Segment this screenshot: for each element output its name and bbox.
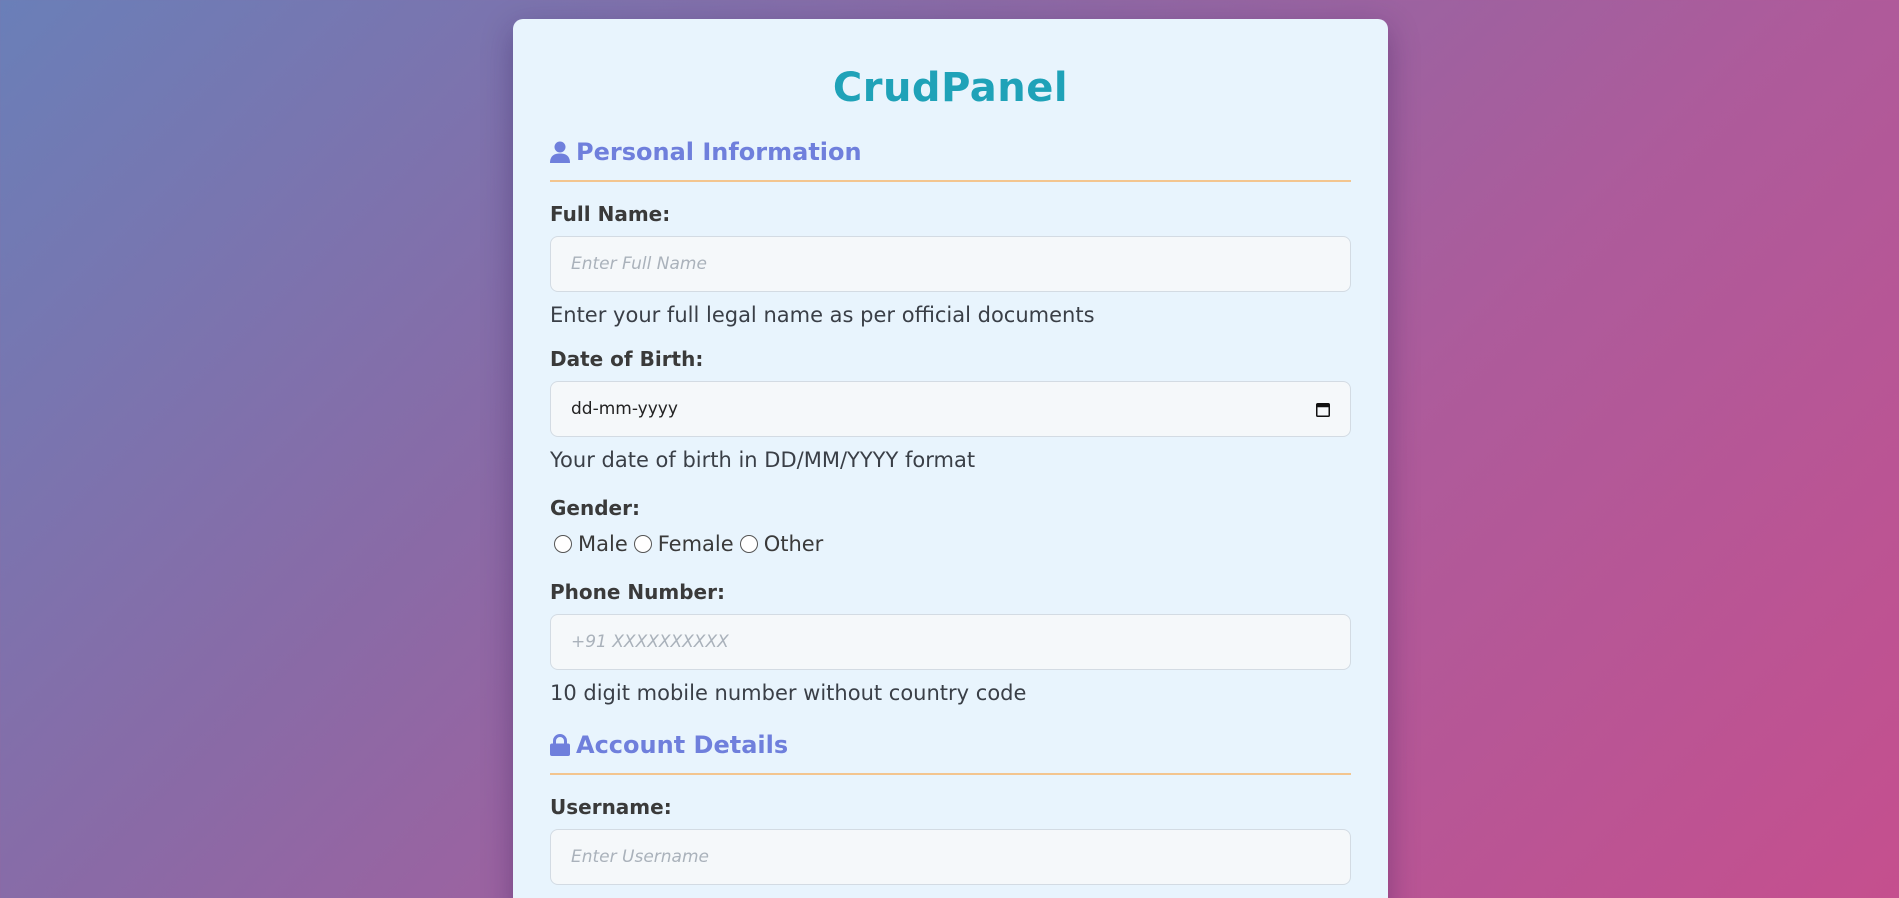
phone-input[interactable]: +91 XXXXXXXXXX (550, 614, 1351, 670)
radio-button[interactable] (554, 535, 572, 553)
registration-card: CrudPanel Personal Information Full Name… (513, 19, 1388, 898)
section-title: Personal Information (576, 138, 862, 166)
phone-label: Phone Number: (550, 580, 725, 604)
lock-icon (550, 734, 570, 756)
radio-button[interactable] (739, 535, 758, 553)
full-name-placeholder: Enter Full Name (571, 254, 707, 274)
dob-input[interactable]: dd-mm-yyyy (550, 381, 1351, 437)
dob-label: Date of Birth: (550, 347, 704, 371)
gender-option-female[interactable]: Female (630, 532, 734, 556)
gender-label: Gender: (550, 496, 640, 520)
phone-placeholder: +91 XXXXXXXXXX (571, 632, 729, 652)
username-label: Username: (550, 795, 672, 819)
page-title: CrudPanel (832, 65, 1069, 111)
gender-radio-group: Male Female Other (550, 532, 1351, 556)
radio-button[interactable] (633, 535, 652, 553)
phone-help: 10 digit mobile number without country c… (550, 681, 1027, 705)
dob-value: dd-mm-yyyy (571, 399, 678, 419)
username-input[interactable]: Enter Username (550, 829, 1351, 885)
full-name-label: Full Name: (550, 202, 671, 226)
user-icon (550, 141, 570, 163)
section-personal-information: Personal Information (550, 138, 1351, 182)
full-name-input[interactable]: Enter Full Name (550, 236, 1351, 292)
full-name-help: Enter your full legal name as per offici… (550, 303, 1095, 327)
dob-help: Your date of birth in DD/MM/YYYY format (550, 448, 976, 472)
section-title: Account Details (576, 731, 789, 759)
section-account-details: Account Details (550, 731, 1351, 775)
username-placeholder: Enter Username (571, 847, 709, 867)
gender-option-label: Female (657, 532, 734, 556)
gender-option-male[interactable]: Male (550, 532, 628, 556)
calendar-icon[interactable] (1316, 402, 1330, 417)
gender-option-other[interactable]: Other (736, 532, 824, 556)
gender-option-label: Other (763, 532, 824, 556)
gender-option-label: Male (578, 532, 628, 556)
